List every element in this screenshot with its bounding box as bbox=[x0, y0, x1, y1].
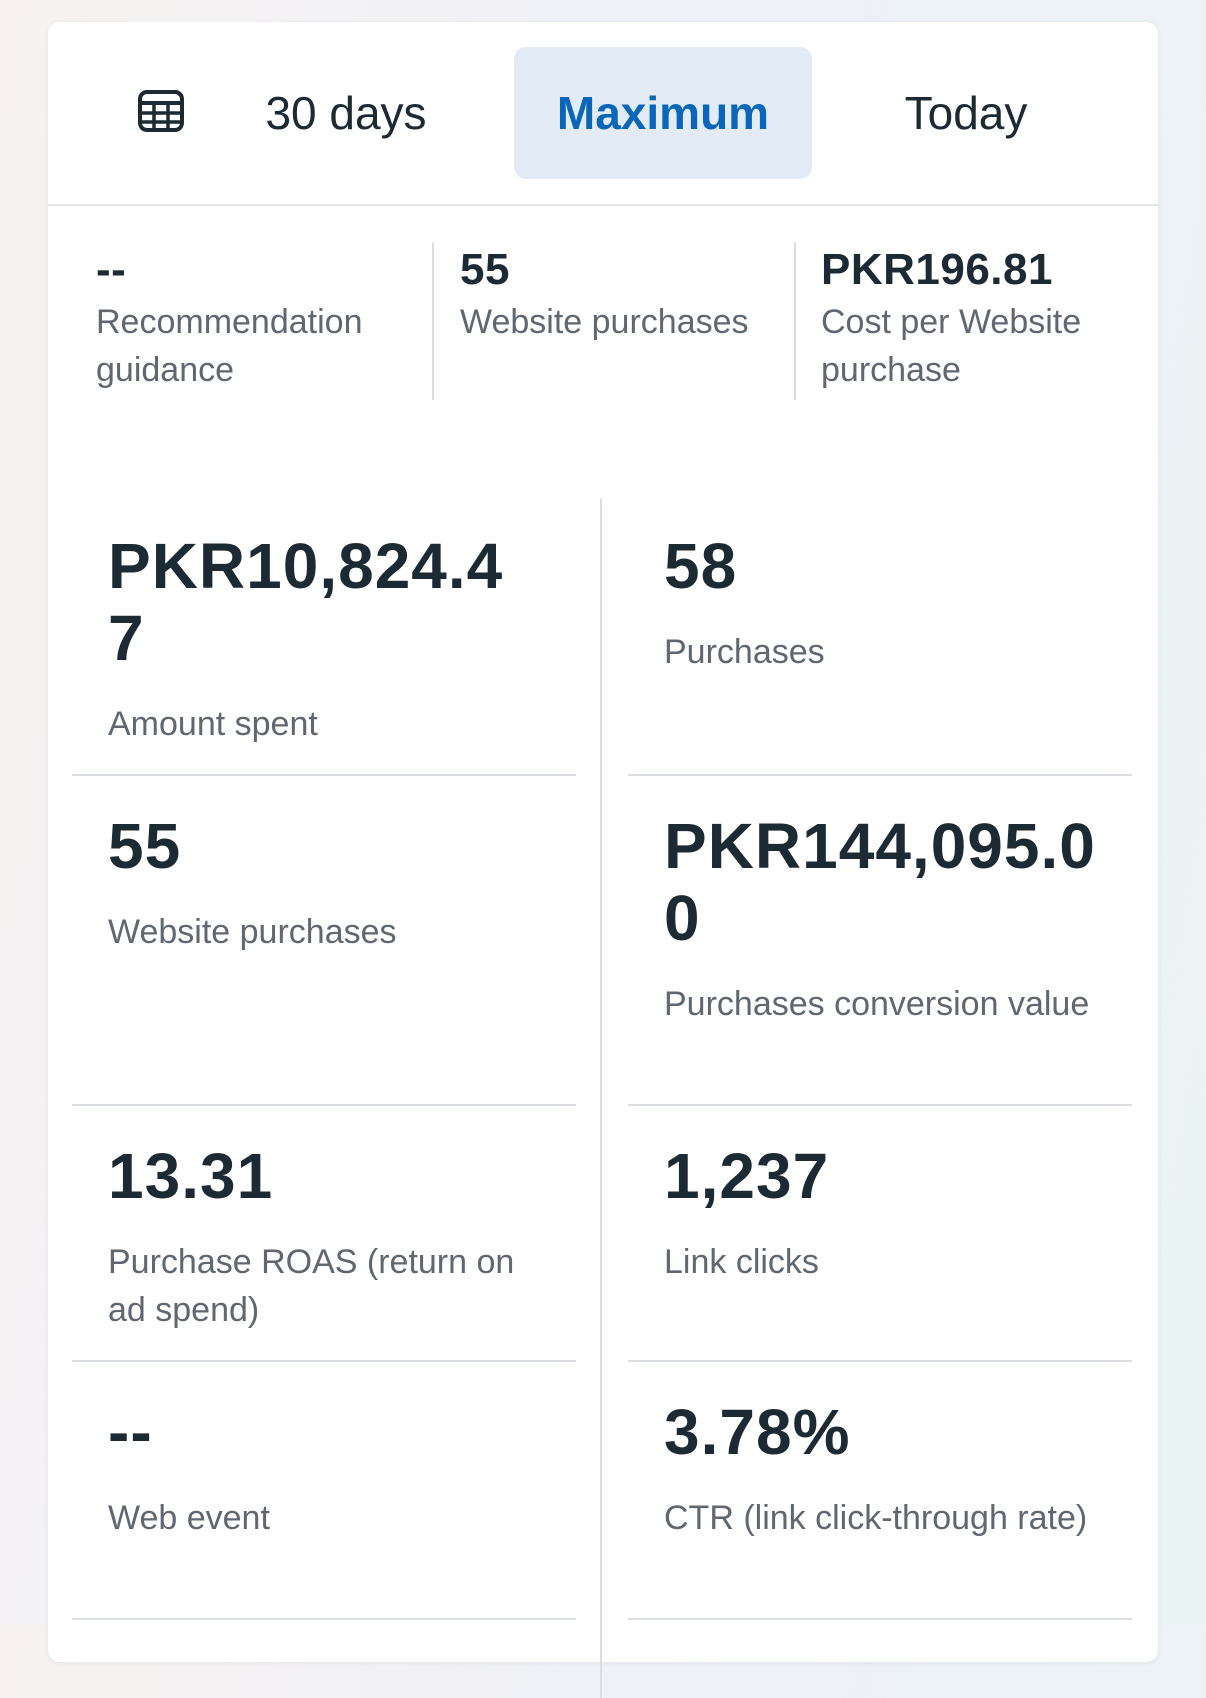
row-divider bbox=[72, 774, 576, 776]
metric-value: 13.31 bbox=[108, 1140, 274, 1212]
metric-label: Website purchases bbox=[108, 913, 397, 951]
metric-value: PKR10,824.47 bbox=[108, 530, 504, 674]
summary-website-purchases[interactable]: 55 Website purchases bbox=[460, 242, 780, 402]
tab-maximum[interactable]: Maximum bbox=[514, 47, 812, 179]
metric-label: Purchases bbox=[664, 633, 825, 671]
summary-label: Website purchases bbox=[460, 303, 749, 341]
metric-label: Web event bbox=[108, 1499, 270, 1537]
row-divider bbox=[628, 1618, 1132, 1620]
metric-value: 58 bbox=[664, 530, 738, 602]
calendar-icon[interactable] bbox=[138, 88, 184, 134]
summary-value: 55 bbox=[460, 245, 510, 294]
summary-cost-per-purchase[interactable]: PKR196.81 Cost per Website purchase bbox=[821, 242, 1141, 402]
metric-amount-spent[interactable]: PKR10,824.47 Amount spent bbox=[108, 530, 528, 748]
metric-label: Purchases conversion value bbox=[664, 985, 1090, 1023]
row-divider bbox=[72, 1618, 576, 1620]
summary-recommendation[interactable]: -- Recommendation guidance bbox=[96, 242, 416, 402]
row-divider bbox=[72, 1360, 576, 1362]
metric-purchases[interactable]: 58 Purchases bbox=[664, 530, 1104, 676]
metric-label: CTR (link click-through rate) bbox=[664, 1499, 1088, 1537]
divider bbox=[794, 242, 796, 400]
insights-card: 30 days Maximum Today -- Recommendation … bbox=[48, 22, 1158, 1698]
metric-value: -- bbox=[108, 1396, 153, 1468]
date-range-tabs: 30 days Maximum Today bbox=[48, 22, 1158, 206]
metric-label: Link clicks bbox=[664, 1243, 819, 1281]
row-divider bbox=[628, 1360, 1132, 1362]
metric-website-purchases[interactable]: 55 Website purchases bbox=[108, 810, 528, 956]
row-divider bbox=[72, 1104, 576, 1106]
row-divider bbox=[628, 774, 1132, 776]
row-divider bbox=[628, 1104, 1132, 1106]
metric-conversion-value[interactable]: PKR144,095.00 Purchases conversion value bbox=[664, 810, 1104, 1028]
metric-value: PKR144,095.00 bbox=[664, 810, 1096, 954]
summary-label: Cost per Website purchase bbox=[821, 303, 1082, 389]
metric-value: 3.78% bbox=[664, 1396, 851, 1468]
metric-label: Amount spent bbox=[108, 705, 318, 743]
metric-ctr[interactable]: 3.78% CTR (link click-through rate) bbox=[664, 1396, 1104, 1542]
metric-value: 1,237 bbox=[664, 1140, 830, 1212]
divider bbox=[432, 242, 434, 400]
grid-divider bbox=[600, 498, 602, 1698]
tab-30-days[interactable]: 30 days bbox=[226, 47, 466, 179]
tab-today[interactable]: Today bbox=[848, 47, 1084, 179]
metric-roas[interactable]: 13.31 Purchase ROAS (return on ad spend) bbox=[108, 1140, 528, 1334]
metric-web-event[interactable]: -- Web event bbox=[108, 1396, 528, 1542]
metric-value: 55 bbox=[108, 810, 182, 882]
summary-value: -- bbox=[96, 245, 127, 294]
metric-label: Purchase ROAS (return on ad spend) bbox=[108, 1243, 515, 1329]
metric-link-clicks[interactable]: 1,237 Link clicks bbox=[664, 1140, 1104, 1286]
summary-value: PKR196.81 bbox=[821, 245, 1053, 294]
summary-label: Recommendation guidance bbox=[96, 303, 363, 389]
